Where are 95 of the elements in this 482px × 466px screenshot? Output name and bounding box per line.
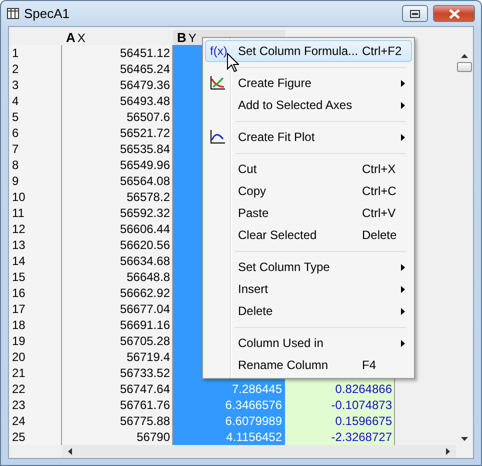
row-number: 16 (9, 285, 62, 302)
menu-item[interactable]: f(x) Set Column Formula... Ctrl+F2 (205, 40, 412, 62)
table-cell: 56790 (62, 429, 173, 445)
curve-chart-icon (210, 130, 225, 144)
row-number: 3 (9, 77, 62, 94)
close-icon (448, 8, 460, 18)
chart-icon (210, 76, 225, 90)
menu-item[interactable]: Rename Column F4 (205, 354, 412, 376)
row-number: 22 (9, 381, 62, 398)
row-number: 17 (9, 301, 62, 318)
menu-item[interactable]: Insert (205, 278, 412, 300)
row-number: 2 (9, 61, 62, 78)
scroll-thumb[interactable] (457, 62, 472, 72)
row-number: 4 (9, 93, 62, 110)
row-number: 7 (9, 141, 62, 158)
restore-button[interactable] (402, 5, 428, 22)
table-cell: 56705.28 (62, 333, 173, 350)
row-number: 13 (9, 237, 62, 254)
table-icon (7, 8, 19, 19)
menu-item[interactable]: Column Used in (205, 332, 412, 354)
row-number: 14 (9, 253, 62, 270)
row-number: 24 (9, 413, 62, 430)
table-cell: 6.6079989 (173, 413, 285, 430)
table-cell: 56775.88 (62, 413, 173, 430)
menu-item[interactable]: Paste Ctrl+V (205, 202, 412, 224)
scroll-down-icon[interactable] (461, 437, 468, 441)
row-number: 19 (9, 333, 62, 350)
table-cell: 56620.56 (62, 237, 173, 254)
table-cell: 56648.8 (62, 269, 173, 286)
menu-item[interactable]: Add to Selected Axes (205, 94, 412, 116)
table-cell: 56535.84 (62, 141, 173, 158)
table-cell: 56564.08 (62, 173, 173, 190)
submenu-arrow-icon (401, 308, 405, 314)
row-number: 15 (9, 269, 62, 286)
formula-icon: f(x) (206, 44, 236, 58)
row-number: 11 (9, 205, 62, 222)
table-cell: -0.1074873 (285, 397, 395, 414)
row-number: 5 (9, 109, 62, 126)
table-cell: 56465.24 (62, 61, 173, 78)
row-number: 25 (9, 429, 62, 445)
menu-item[interactable]: Delete (205, 300, 412, 322)
submenu-arrow-icon (401, 286, 405, 292)
table-cell: 0.1596675 (285, 413, 395, 430)
submenu-arrow-icon (401, 340, 405, 346)
menu-item[interactable]: Create Fit Plot (205, 126, 412, 148)
table-cell: 56634.68 (62, 253, 173, 270)
table-cell: 56761.76 (62, 397, 173, 414)
table-cell: 56549.96 (62, 157, 173, 174)
table-cell: 56662.92 (62, 285, 173, 302)
row-number: 20 (9, 349, 62, 366)
row-number: 1 (9, 45, 62, 62)
row-number: 10 (9, 189, 62, 206)
scroll-right-icon[interactable] (446, 448, 450, 455)
close-button[interactable] (433, 5, 475, 22)
window-title: SpecA1 (24, 6, 71, 21)
table-cell: -2.3268727 (285, 429, 395, 445)
table-cell: 56479.36 (62, 77, 173, 94)
row-number: 21 (9, 365, 62, 382)
table-cell: 56451.12 (62, 45, 173, 62)
table-cell: 56507.6 (62, 109, 173, 126)
restore-icon (410, 10, 420, 18)
table-cell: 56733.52 (62, 365, 173, 382)
horizontal-scrollbar[interactable] (62, 445, 456, 458)
menu-item[interactable]: Set Column Type (205, 256, 412, 278)
row-number: 12 (9, 221, 62, 238)
row-number: 6 (9, 125, 62, 142)
table-cell: 56747.64 (62, 381, 173, 398)
cursor-icon (227, 53, 239, 72)
menu-item[interactable]: Copy Ctrl+C (205, 180, 412, 202)
table-cell: 56691.16 (62, 317, 173, 334)
submenu-arrow-icon (401, 134, 405, 140)
row-number: 18 (9, 317, 62, 334)
column-header[interactable]: A X (62, 30, 173, 45)
menu-item[interactable]: Cut Ctrl+X (205, 158, 412, 180)
table-cell: 56677.04 (62, 301, 173, 318)
scroll-up-icon[interactable] (461, 54, 468, 58)
submenu-arrow-icon (401, 80, 405, 86)
table-cell: 56606.44 (62, 221, 173, 238)
submenu-arrow-icon (401, 102, 405, 108)
submenu-arrow-icon (401, 264, 405, 270)
table-cell: 7.286445 (173, 381, 285, 398)
menu-item[interactable]: Clear Selected Delete (205, 224, 412, 246)
table-cell: 4.1156452 (173, 429, 285, 445)
table-cell: 0.8264866 (285, 381, 395, 398)
row-number: 9 (9, 173, 62, 190)
table-cell: 6.3466576 (173, 397, 285, 414)
row-number: 8 (9, 157, 62, 174)
table-cell: 56719.4 (62, 349, 173, 366)
table-cell: 56493.48 (62, 93, 173, 110)
table-cell: 56521.72 (62, 125, 173, 142)
row-number: 23 (9, 397, 62, 414)
table-cell: 56578.2 (62, 189, 173, 206)
scroll-left-icon[interactable] (68, 448, 72, 455)
menu-item[interactable]: Create Figure (205, 72, 412, 94)
table-cell: 56592.32 (62, 205, 173, 222)
